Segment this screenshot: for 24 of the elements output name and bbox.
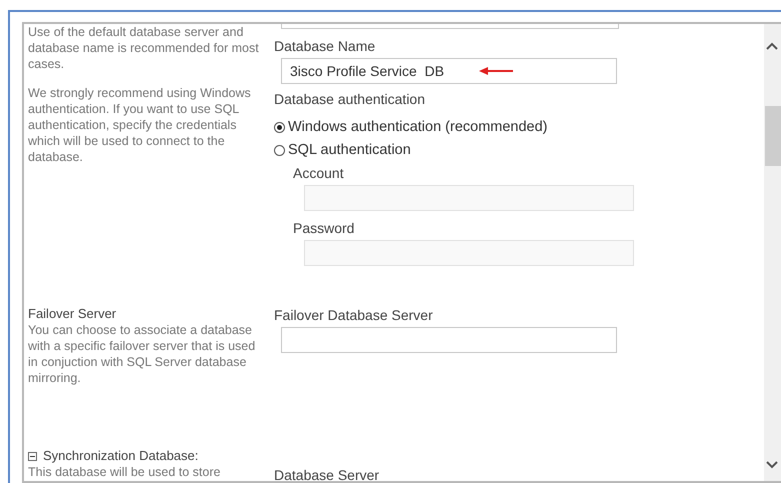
scrollbar-thumb[interactable] [765, 106, 781, 166]
field-label: Failover Database Server [274, 306, 434, 324]
field-label: Database authentication [274, 90, 426, 108]
scroll-down-icon[interactable] [766, 461, 778, 469]
field-label: Database Server [274, 466, 380, 481]
section-title: Synchronization Database: [43, 448, 198, 464]
scroll-up-icon[interactable] [766, 42, 778, 50]
field-label: Account [293, 164, 345, 182]
section-description: You can choose to associate a database with a specific failover server that is used in conjuction with SQL Server database mirroring. [28, 322, 256, 386]
section-title: Failover Server [28, 306, 116, 322]
radio-label: SQL authentication [288, 141, 411, 160]
section-description: We strongly recommend using Windows authentication. If you want to use SQL authentication, specify the credentials which will be used to connect to the database. [28, 85, 252, 165]
section-description: Use of the default database server and database name is recommended for most cases. [28, 24, 260, 72]
radio-button[interactable] [274, 145, 285, 156]
text-field[interactable] [281, 24, 619, 29]
text-field[interactable] [281, 327, 617, 353]
collapse-icon[interactable] [28, 452, 37, 460]
field-label: Password [293, 219, 356, 237]
scrollbar[interactable] [764, 24, 781, 481]
field-label: Database Name [274, 37, 376, 55]
section-description: This database will be used to store [28, 464, 222, 480]
radio-label: Windows authentication (recommended) [288, 118, 548, 137]
text-field[interactable]: 3isco Profile Service DB [281, 58, 617, 84]
radio-button[interactable] [274, 122, 285, 133]
